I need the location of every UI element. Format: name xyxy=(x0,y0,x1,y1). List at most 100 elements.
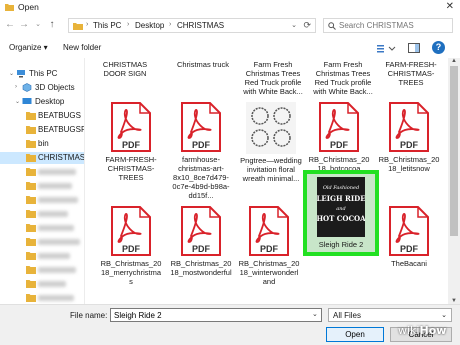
new-folder-button[interactable]: New folder xyxy=(63,43,101,52)
file-item-pdf[interactable]: PDF RB_Christmas_2018_merrychristmas xyxy=(100,206,162,286)
file-item-image[interactable]: Pngtree—wedding invitation floral wreath… xyxy=(240,102,302,183)
sidebar-item-redacted[interactable] xyxy=(0,166,84,178)
file-name: Farm Fresh Christmas Trees Red Truck pro… xyxy=(243,60,303,96)
recent-locations-chevron-icon[interactable]: ⌄ xyxy=(32,18,44,32)
sidebar-item-redacted[interactable] xyxy=(0,292,84,304)
address-bar[interactable]: › This PC › Desktop › CHRISTMAS ⌄ ⟳ xyxy=(68,18,316,33)
pdf-file-icon: PDF xyxy=(249,206,289,256)
file-item-pdf[interactable]: PDF farmhouse-christmas-art-8x10_8ce7d47… xyxy=(170,102,232,200)
sidebar-item-redacted[interactable] xyxy=(0,180,84,192)
sidebar-item-redacted[interactable] xyxy=(0,194,84,206)
preview-pane-icon[interactable] xyxy=(408,42,420,54)
sidebar-item-beatbugs[interactable]: BEATBUGS xyxy=(0,110,84,122)
pdf-file-icon: PDF xyxy=(181,102,221,152)
folder-icon xyxy=(26,280,36,288)
cube-icon xyxy=(22,83,32,92)
breadcrumb-separator-icon: › xyxy=(127,21,130,28)
file-name: CHRISTMAS DOOR SIGN xyxy=(102,60,148,78)
redacted-label xyxy=(38,295,74,301)
file-item-pdf[interactable]: PDF RB_Christmas_2018_winterwonderland xyxy=(238,206,300,286)
scrollbar-thumb[interactable] xyxy=(450,66,458,236)
file-type-filter-value: All Files xyxy=(333,311,362,320)
sidebar-item-redacted[interactable] xyxy=(0,278,84,290)
file-item-selected[interactable]: Old Fashioned SLEIGH RIDES and HOT COCOA… xyxy=(303,170,379,256)
address-dropdown-icon[interactable]: ⌄ xyxy=(291,21,297,29)
breadcrumb-this-pc[interactable]: This PC xyxy=(93,21,121,30)
file-item[interactable]: Farm Fresh Christmas Trees Red Truck pro… xyxy=(242,60,304,96)
folder-icon xyxy=(26,266,36,274)
pc-icon xyxy=(17,70,25,78)
folder-icon xyxy=(26,112,36,120)
forward-arrow-icon[interactable]: → xyxy=(18,18,30,32)
file-name: Pngtree—wedding invitation floral wreath… xyxy=(240,156,302,183)
sidebar-item-this-pc[interactable]: ⌄ This PC xyxy=(0,68,84,80)
file-item-pdf[interactable]: PDF RB_Christmas_2018_mostwonderful xyxy=(170,206,232,286)
desktop-icon xyxy=(22,98,32,104)
sidebar-item-desktop[interactable]: ⌄ Desktop xyxy=(0,96,84,108)
sidebar-item-redacted[interactable] xyxy=(0,236,84,248)
open-button[interactable]: Open xyxy=(326,327,384,342)
vertical-scrollbar[interactable]: ▲ ▼ xyxy=(448,58,460,304)
sidebar-item-3d-objects[interactable]: › 3D Objects xyxy=(0,82,84,94)
sidebar-item-label: bin xyxy=(38,139,49,148)
file-name: Christmas truck xyxy=(176,60,230,69)
folder-icon xyxy=(26,238,36,246)
file-type-filter[interactable]: All Files ⌄ xyxy=(328,308,452,322)
close-icon[interactable]: ✕ xyxy=(446,1,454,12)
file-name-input[interactable] xyxy=(110,308,322,322)
sidebar-item-redacted[interactable] xyxy=(0,208,84,220)
redacted-label xyxy=(38,197,78,203)
breadcrumb-desktop[interactable]: Desktop xyxy=(135,21,164,30)
pdf-badge: PDF xyxy=(260,244,279,254)
breadcrumb-separator-icon: › xyxy=(86,21,89,28)
file-item-pdf[interactable]: PDF RB_Christmas_2018_hotcocoa xyxy=(308,102,370,180)
file-name: RB_Christmas_2018_letitsnow xyxy=(378,155,440,173)
scroll-up-icon[interactable]: ▲ xyxy=(448,58,460,64)
title-bar: Open ✕ xyxy=(0,0,460,15)
file-item-pdf[interactable]: PDF TheBacani xyxy=(378,206,440,286)
sidebar-item-redacted[interactable] xyxy=(0,264,84,276)
folder-icon xyxy=(26,154,36,162)
sidebar-item-redacted[interactable] xyxy=(0,250,84,262)
search-input[interactable] xyxy=(339,20,449,31)
file-name-dropdown-icon[interactable]: ⌄ xyxy=(312,310,318,318)
pdf-file-icon: PDF xyxy=(111,206,151,256)
file-name: RB_Christmas_2018_mostwonderful xyxy=(170,259,232,277)
help-icon[interactable]: ? xyxy=(432,41,445,54)
file-item-pdf[interactable]: PDF RB_Christmas_2018_letitsnow xyxy=(378,102,440,180)
search-box[interactable] xyxy=(323,18,453,33)
pdf-badge: PDF xyxy=(192,140,211,150)
breadcrumb-christmas[interactable]: CHRISTMAS xyxy=(177,21,224,30)
pdf-badge: PDF xyxy=(122,244,141,254)
folder-icon xyxy=(26,224,36,232)
pdf-badge: PDF xyxy=(192,244,211,254)
wikihow-watermark: wikiHow xyxy=(398,324,446,337)
breadcrumb-separator-icon: › xyxy=(169,21,172,28)
organize-button[interactable]: Organize ▾ xyxy=(9,43,48,52)
folder-icon xyxy=(26,168,36,176)
sidebar-item-label: CHRISTMAS xyxy=(38,153,85,162)
sidebar-item-beatbugsfav[interactable]: BEATBUGSFAV xyxy=(0,124,84,136)
folder-icon xyxy=(26,140,36,148)
redacted-label xyxy=(38,267,76,273)
file-item[interactable]: FARM-FRESH-CHRISTMAS-TREES xyxy=(380,60,442,87)
view-options-icon[interactable] xyxy=(376,43,398,54)
file-item[interactable]: Farm Fresh Christmas Trees Red Truck pro… xyxy=(312,60,374,96)
file-name: farmhouse-christmas-art-8x10_8ce7d479-0c… xyxy=(172,155,230,200)
refresh-icon[interactable]: ⟳ xyxy=(303,20,311,31)
redacted-label xyxy=(38,211,68,217)
up-arrow-icon[interactable]: ↑ xyxy=(46,18,58,32)
redacted-label xyxy=(38,239,80,245)
file-list: CHRISTMAS DOOR SIGN Christmas truck Farm… xyxy=(86,58,448,304)
folder-icon xyxy=(26,252,36,260)
back-arrow-icon[interactable]: ← xyxy=(4,18,16,32)
file-item[interactable]: Christmas truck xyxy=(172,60,234,69)
sidebar-item-christmas[interactable]: CHRISTMAS xyxy=(0,152,85,164)
redacted-label xyxy=(38,253,70,259)
sidebar-item-redacted[interactable] xyxy=(0,222,84,234)
watermark-prefix: wiki xyxy=(398,324,420,337)
file-item-pdf[interactable]: PDF FARM-FRESH-CHRISTMAS-TREES xyxy=(100,102,162,182)
file-item[interactable]: CHRISTMAS DOOR SIGN xyxy=(94,60,156,78)
file-name-bar: File name: ⌄ All Files ⌄ Open Cancel xyxy=(0,304,460,345)
sidebar-item-bin[interactable]: bin xyxy=(0,138,84,150)
